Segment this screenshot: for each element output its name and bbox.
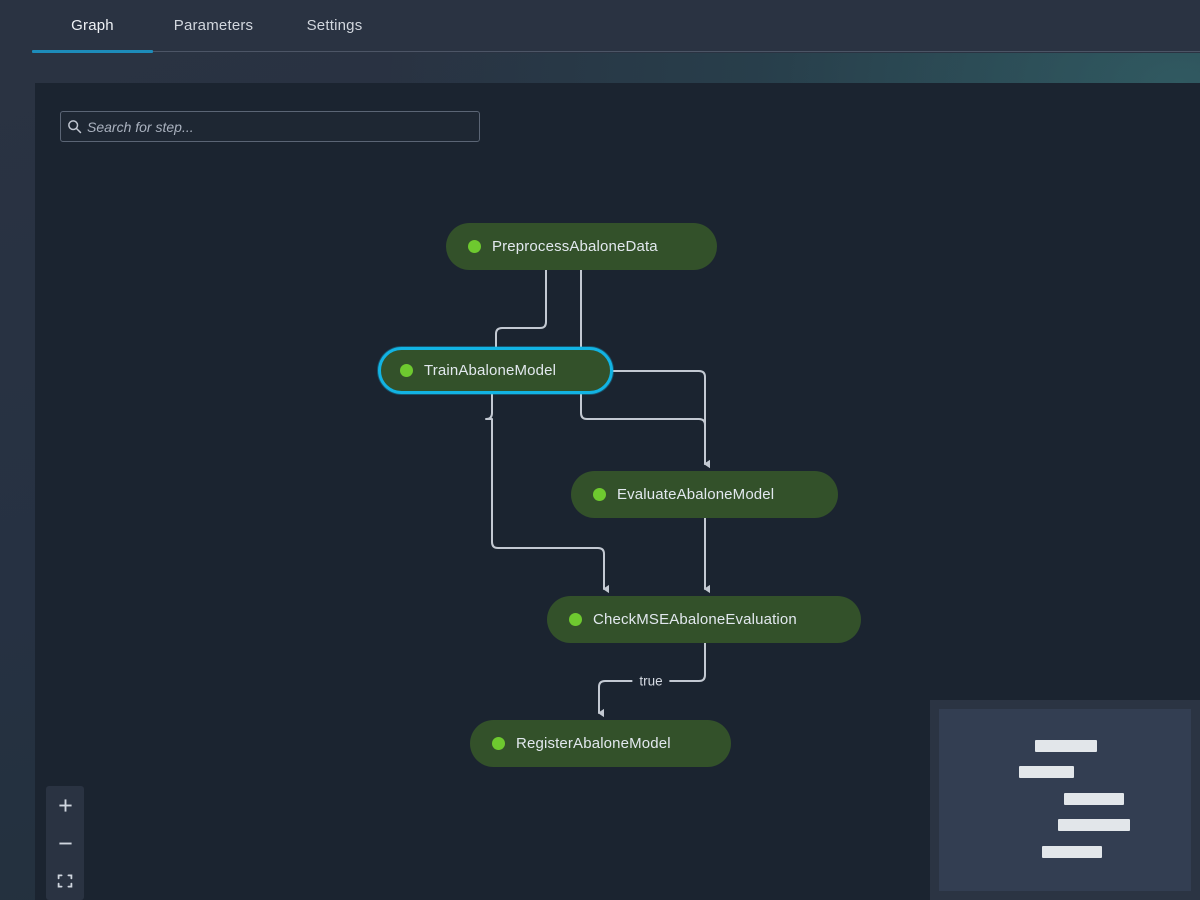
zoom-controls (46, 786, 84, 900)
tab-parameters[interactable]: Parameters (153, 0, 274, 50)
tab-settings-label: Settings (307, 17, 363, 34)
fit-view-button[interactable] (46, 862, 84, 900)
fit-screen-icon (57, 873, 73, 889)
plus-icon (58, 798, 73, 813)
minus-icon (58, 836, 73, 851)
graph-minimap[interactable] (930, 700, 1200, 900)
node-status-dot (569, 613, 582, 626)
graph-node-evaluate-abalone-model[interactable]: EvaluateAbaloneModel (571, 471, 838, 518)
node-status-dot (468, 240, 481, 253)
tab-bar-divider (153, 51, 1200, 52)
minimap-node (1042, 846, 1102, 858)
node-status-dot (492, 737, 505, 750)
tab-bar: Graph Parameters Settings (0, 0, 1200, 53)
tab-parameters-label: Parameters (174, 17, 254, 34)
minimap-viewport[interactable] (939, 709, 1191, 891)
node-label: CheckMSEAbaloneEvaluation (593, 611, 797, 628)
tab-graph-label: Graph (71, 17, 114, 34)
node-label: PreprocessAbaloneData (492, 238, 658, 255)
graph-node-preprocess-abalone-data[interactable]: PreprocessAbaloneData (446, 223, 717, 270)
edge-label-true: true (632, 674, 669, 689)
edge-train-evaluate (613, 371, 705, 464)
graph-node-train-abalone-model[interactable]: TrainAbaloneModel (378, 347, 613, 394)
node-label: RegisterAbaloneModel (516, 735, 671, 752)
graph-canvas[interactable]: true PreprocessAbaloneData TrainAbaloneM… (35, 83, 1200, 900)
node-label: EvaluateAbaloneModel (617, 486, 774, 503)
node-label: TrainAbaloneModel (424, 362, 556, 379)
edge-preprocess-train (496, 270, 546, 354)
minimap-node (1058, 819, 1130, 831)
tab-graph[interactable]: Graph (32, 0, 153, 50)
zoom-in-button[interactable] (46, 786, 84, 824)
tab-list: Graph Parameters Settings (32, 0, 395, 53)
pipeline-graph-viewer: Graph Parameters Settings (0, 0, 1200, 900)
node-status-dot (593, 488, 606, 501)
graph-node-register-abalone-model[interactable]: RegisterAbaloneModel (470, 720, 731, 767)
minimap-node (1019, 766, 1074, 778)
graph-node-check-mse-abalone-evaluation[interactable]: CheckMSEAbaloneEvaluation (547, 596, 861, 643)
tab-settings[interactable]: Settings (274, 0, 395, 50)
minimap-node (1035, 740, 1097, 752)
node-status-dot (400, 364, 413, 377)
minimap-node (1064, 793, 1124, 805)
zoom-out-button[interactable] (46, 824, 84, 862)
